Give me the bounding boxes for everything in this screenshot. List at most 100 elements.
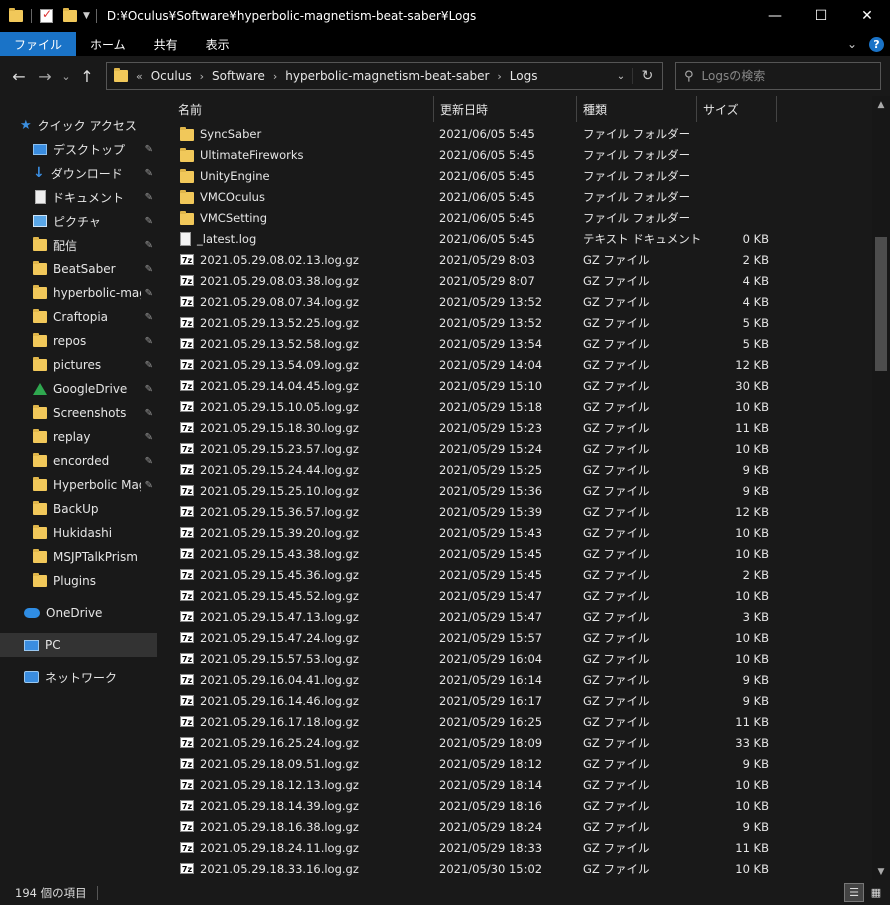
sidebar-item-hyperbolic-magr[interactable]: hyperbolic-magr ✎ <box>33 281 157 305</box>
sidebar-item-desktop[interactable]: デスクトップ ✎ <box>33 137 157 161</box>
properties-icon[interactable] <box>40 7 53 23</box>
sidebar-item-pictures-folder[interactable]: pictures ✎ <box>33 353 157 377</box>
pin-icon[interactable]: ✎ <box>145 384 153 395</box>
recent-locations-button[interactable]: ⌄ <box>58 70 74 83</box>
table-row[interactable]: 7z 2021.05.29.13.52.58.log.gz 2021/05/29 1… <box>160 333 872 354</box>
table-row[interactable]: 7z 2021.05.29.18.24.11.log.gz 2021/05/29 1… <box>160 837 872 858</box>
column-header-size[interactable]: サイズ <box>697 96 777 122</box>
pin-icon[interactable]: ✎ <box>145 432 153 443</box>
breadcrumb-separator[interactable]: › <box>497 70 501 83</box>
sidebar-item-quick-access[interactable]: ★ クイック アクセス <box>20 113 157 137</box>
table-row[interactable]: 7z 2021.05.29.15.25.10.log.gz 2021/05/29 1… <box>160 480 872 501</box>
sidebar-item-pictures[interactable]: ピクチャ ✎ <box>33 209 157 233</box>
address-bar[interactable]: « Oculus › Software › hyperbolic-magneti… <box>106 62 663 90</box>
sidebar-item-pc[interactable]: PC <box>0 633 157 657</box>
column-header-date[interactable]: 更新日時 <box>434 96 577 122</box>
search-box[interactable]: ⚲ <box>675 62 881 90</box>
table-row[interactable]: 7z 2021.05.29.16.17.18.log.gz 2021/05/29 1… <box>160 711 872 732</box>
sidebar-item-hukidashi[interactable]: Hukidashi <box>33 521 157 545</box>
pin-icon[interactable]: ✎ <box>145 360 153 371</box>
pin-icon[interactable]: ✎ <box>145 480 153 491</box>
pin-icon[interactable]: ✎ <box>145 336 153 347</box>
table-row[interactable]: 7z 2021.05.29.18.09.51.log.gz 2021/05/29 1… <box>160 753 872 774</box>
tab-file[interactable]: ファイル <box>0 32 77 56</box>
sidebar-item-msjptalkprism[interactable]: MSJPTalkPrism <box>33 545 157 569</box>
table-row[interactable]: 7z 2021.05.29.08.02.13.log.gz 2021/05/29 8… <box>160 249 872 270</box>
table-row[interactable]: UnityEngine 2021/06/05 5:45 ファイル フォルダー <box>160 165 872 186</box>
table-row[interactable]: 7z 2021.05.29.15.23.57.log.gz 2021/05/29 1… <box>160 438 872 459</box>
table-row[interactable]: UltimateFireworks 2021/06/05 5:45 ファイル フォル… <box>160 144 872 165</box>
quick-access-dropdown-icon[interactable]: ▼ <box>83 11 90 21</box>
column-header-name[interactable]: 名前 ^ <box>172 96 434 122</box>
table-row[interactable]: _latest.log 2021/06/05 5:45 テキスト ドキュメント 0 K… <box>160 228 872 249</box>
pin-icon[interactable]: ✎ <box>145 240 153 251</box>
sidebar-item-haishin[interactable]: 配信 ✎ <box>33 233 157 257</box>
pin-icon[interactable]: ✎ <box>145 192 153 203</box>
table-row[interactable]: 7z 2021.05.29.13.52.25.log.gz 2021/05/29 1… <box>160 312 872 333</box>
pin-icon[interactable]: ✎ <box>145 456 153 467</box>
sidebar-item-downloads[interactable]: ↓ ダウンロード ✎ <box>33 161 157 185</box>
close-button[interactable]: ✕ <box>844 0 890 32</box>
table-row[interactable]: 7z 2021.05.29.18.12.13.log.gz 2021/05/29 1… <box>160 774 872 795</box>
new-folder-icon[interactable] <box>63 8 77 22</box>
forward-button[interactable]: → <box>32 67 58 86</box>
sidebar-item-googledrive[interactable]: GoogleDrive ✎ <box>33 377 157 401</box>
pin-icon[interactable]: ✎ <box>145 144 153 155</box>
pin-icon[interactable]: ✎ <box>145 288 153 299</box>
overflow-crumb[interactable]: « <box>136 70 143 83</box>
table-row[interactable]: 7z 2021.05.29.14.04.45.log.gz 2021/05/29 1… <box>160 375 872 396</box>
sidebar-item-backup[interactable]: BackUp <box>33 497 157 521</box>
vertical-scrollbar[interactable]: ▲ ▼ <box>872 96 890 880</box>
table-row[interactable]: 7z 2021.05.29.15.10.05.log.gz 2021/05/29 1… <box>160 396 872 417</box>
sidebar-item-beatsaber[interactable]: BeatSaber ✎ <box>33 257 157 281</box>
folder-icon[interactable] <box>9 8 23 22</box>
table-row[interactable]: 7z 2021.05.29.15.45.36.log.gz 2021/05/29 1… <box>160 564 872 585</box>
table-row[interactable]: 7z 2021.05.29.18.16.38.log.gz 2021/05/29 1… <box>160 816 872 837</box>
details-view-button[interactable]: ☰ <box>844 883 864 902</box>
column-header-type[interactable]: 種類 <box>577 96 697 122</box>
pin-icon[interactable]: ✎ <box>145 312 153 323</box>
minimize-button[interactable]: — <box>752 0 798 32</box>
help-icon[interactable]: ? <box>869 36 884 52</box>
ribbon-expand-icon[interactable]: ⌄ <box>847 37 857 51</box>
large-icons-view-button[interactable]: ▦ <box>866 883 886 902</box>
maximize-button[interactable]: ☐ <box>798 0 844 32</box>
pin-icon[interactable]: ✎ <box>145 168 153 179</box>
table-row[interactable]: 7z 2021.05.29.15.57.53.log.gz 2021/05/29 1… <box>160 648 872 669</box>
table-row[interactable]: 7z 2021.05.29.15.39.20.log.gz 2021/05/29 1… <box>160 522 872 543</box>
table-row[interactable]: 7z 2021.05.29.08.07.34.log.gz 2021/05/29 1… <box>160 291 872 312</box>
address-dropdown-icon[interactable]: ⌄ <box>610 71 632 82</box>
table-row[interactable]: 7z 2021.05.29.16.04.41.log.gz 2021/05/29 1… <box>160 669 872 690</box>
tab-share[interactable]: 共有 <box>140 32 192 56</box>
pin-icon[interactable]: ✎ <box>145 216 153 227</box>
sidebar-item-hyperbolic-magr-2[interactable]: Hyperbolic Magr ✎ <box>33 473 157 497</box>
table-row[interactable]: 7z 2021.05.29.15.45.52.log.gz 2021/05/29 1… <box>160 585 872 606</box>
table-row[interactable]: 7z 2021.05.29.18.33.16.log.gz 2021/05/30 1… <box>160 858 872 879</box>
table-row[interactable]: 7z 2021.05.29.18.14.39.log.gz 2021/05/29 1… <box>160 795 872 816</box>
breadcrumb-logs[interactable]: Logs <box>510 69 538 83</box>
table-row[interactable]: 7z 2021.05.29.15.18.30.log.gz 2021/05/29 1… <box>160 417 872 438</box>
sidebar-item-onedrive[interactable]: OneDrive <box>24 601 157 625</box>
table-row[interactable]: 7z 2021.05.29.15.47.13.log.gz 2021/05/29 1… <box>160 606 872 627</box>
table-row[interactable]: 7z 2021.05.29.15.36.57.log.gz 2021/05/29 1… <box>160 501 872 522</box>
breadcrumb-separator[interactable]: › <box>273 70 277 83</box>
scroll-thumb[interactable] <box>875 237 887 371</box>
table-row[interactable]: 7z 2021.05.29.15.47.24.log.gz 2021/05/29 1… <box>160 627 872 648</box>
tab-home[interactable]: ホーム <box>76 32 140 56</box>
pin-icon[interactable]: ✎ <box>145 264 153 275</box>
table-row[interactable]: 7z 2021.05.29.15.43.38.log.gz 2021/05/29 1… <box>160 543 872 564</box>
search-input[interactable] <box>701 69 862 83</box>
scroll-up-arrow-icon[interactable]: ▲ <box>872 96 890 113</box>
back-button[interactable]: ← <box>6 67 32 86</box>
sidebar-item-screenshots[interactable]: Screenshots ✎ <box>33 401 157 425</box>
breadcrumb-project[interactable]: hyperbolic-magnetism-beat-saber <box>285 69 489 83</box>
sidebar-item-craftopia[interactable]: Craftopia ✎ <box>33 305 157 329</box>
breadcrumb-separator[interactable]: › <box>200 70 204 83</box>
sidebar-item-network[interactable]: ネットワーク <box>24 665 157 689</box>
scroll-down-arrow-icon[interactable]: ▼ <box>872 863 890 880</box>
sidebar-item-plugins[interactable]: Plugins <box>33 569 157 593</box>
table-row[interactable]: SyncSaber 2021/06/05 5:45 ファイル フォルダー <box>160 123 872 144</box>
table-row[interactable]: 7z 2021.05.29.13.54.09.log.gz 2021/05/29 1… <box>160 354 872 375</box>
tab-view[interactable]: 表示 <box>192 32 244 56</box>
table-row[interactable]: 7z 2021.05.29.16.14.46.log.gz 2021/05/29 1… <box>160 690 872 711</box>
